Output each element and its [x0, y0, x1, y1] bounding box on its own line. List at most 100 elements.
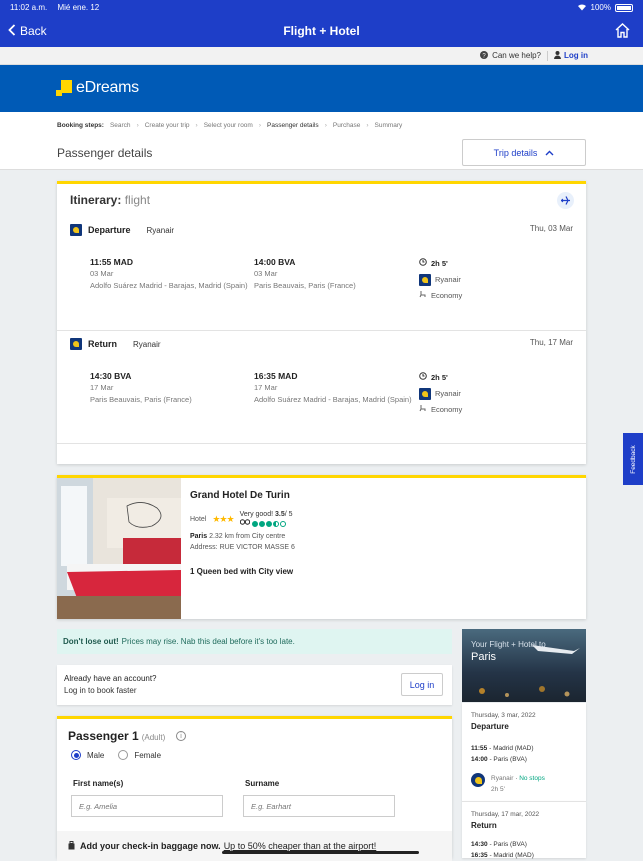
back-label: Back	[20, 24, 47, 38]
departure-date: Thursday, 3 mar, 2022	[471, 712, 536, 719]
hotel-name[interactable]: Grand Hotel De Turin	[190, 490, 290, 501]
login-button[interactable]: Log in	[401, 673, 443, 696]
page-title: Passenger details	[57, 146, 153, 160]
surname-input[interactable]	[243, 795, 395, 817]
info-icon[interactable]: i	[176, 731, 186, 741]
feedback-label: Feedback	[629, 444, 637, 474]
hero-subtitle: Your Flight + Hotel to	[471, 640, 546, 649]
destination-time: 14:00 BVA	[254, 257, 296, 267]
gender-female-radio[interactable]: Female	[118, 750, 161, 760]
radio-selected-icon	[71, 750, 81, 760]
leg-direction: Departure	[88, 225, 131, 235]
logo-text: eDreams	[76, 79, 139, 96]
departure-label: Departure	[471, 722, 509, 731]
destination-airport: Paris Beauvais, Paris (France)	[254, 281, 356, 290]
step-purchase: Purchase	[332, 122, 361, 129]
back-button[interactable]: Back	[8, 15, 47, 47]
destination-date: 17 Mar	[254, 383, 278, 392]
hotel-location: Paris 2.32 km from City centre	[190, 533, 285, 540]
status-date: Mié ene. 12	[57, 3, 100, 12]
leg-carrier: Ryanair	[146, 225, 175, 235]
origin-airport: Paris Beauvais, Paris (France)	[90, 395, 192, 404]
nav-title: Flight + Hotel	[283, 24, 360, 38]
cabin-class: Economy	[431, 405, 463, 414]
departure-origin: 11:55 MAD 03 Mar Adolfo Suárez Madrid - …	[90, 256, 250, 292]
seat-icon	[419, 402, 427, 418]
departure-destination: 14:00 BVA 03 Mar Paris Beauvais, Paris (…	[254, 256, 414, 292]
first-name-input[interactable]	[71, 795, 223, 817]
logo-mark-icon	[56, 80, 72, 96]
passenger-number: Passenger 1	[68, 729, 139, 743]
status-bar: 11:02 a.m. Mié ene. 12 100%	[0, 0, 643, 15]
hotel-city: Paris	[190, 533, 208, 540]
return-departure-place: - Paris (BVA)	[489, 841, 527, 848]
step-create-trip: Create your trip	[144, 122, 190, 129]
help-bar: ? Can we help? Log in	[0, 47, 643, 65]
itinerary-title: Itinerary: flight	[70, 193, 150, 207]
step-select-room: Select your room	[203, 122, 253, 129]
leg-direction: Return	[88, 339, 117, 349]
question-icon: ?	[480, 50, 489, 61]
summary-airline: Ryanair	[491, 775, 514, 782]
return-label: Return	[471, 821, 497, 830]
baggage-link[interactable]: Up to 50% cheaper than at the airport!	[224, 841, 377, 851]
deal-banner: Don't lose out! Prices may rise. Nab thi…	[57, 629, 452, 654]
chevron-left-icon	[8, 23, 16, 39]
airline-name: Ryanair	[435, 275, 461, 284]
hotel-distance: 2.32 km from City centre	[209, 533, 286, 540]
clock-icon	[419, 370, 427, 386]
ryanair-logo-icon	[70, 338, 82, 350]
hotel-room-image[interactable]	[57, 478, 181, 619]
hotel-rating-row: Hotel ★★★ Very good! 3.5/ 5	[190, 510, 293, 528]
navbar: Back Flight + Hotel	[0, 15, 643, 47]
feedback-tab[interactable]: Feedback	[623, 433, 643, 485]
rating-score: 3.5	[274, 511, 285, 518]
tripadvisor-icon	[239, 519, 250, 528]
trip-details-button[interactable]: Trip details	[462, 139, 586, 166]
radio-unselected-icon	[118, 750, 129, 760]
brand-bar: eDreams	[0, 65, 643, 112]
wifi-icon	[577, 3, 587, 13]
chevron-up-icon	[545, 148, 554, 158]
duration: 2h 5'	[431, 373, 448, 382]
first-name-label: First name(s)	[73, 779, 124, 788]
divider	[57, 330, 586, 331]
header-login-link[interactable]: Log in	[554, 50, 588, 61]
hero-city: Paris	[471, 651, 497, 663]
divider	[57, 443, 586, 444]
trip-summary-hero: Your Flight + Hotel to Paris	[462, 629, 586, 702]
origin-airport: Adolfo Suárez Madrid - Barajas, Madrid (…	[90, 281, 248, 290]
origin-date: 17 Mar	[90, 383, 114, 392]
ryanair-logo-icon	[419, 274, 431, 286]
return-departure-time: 14:30	[471, 841, 488, 848]
seat-icon	[419, 288, 427, 304]
gender-male-radio[interactable]: Male	[71, 750, 104, 760]
arrival-place: - Paris (BVA)	[489, 756, 527, 763]
home-indicator	[222, 851, 419, 854]
star-rating-icon: ★★★	[212, 513, 234, 524]
account-hint: Log in to book faster	[64, 686, 137, 695]
home-icon[interactable]	[614, 22, 631, 41]
battery-icon	[615, 3, 633, 12]
gender-male-label: Male	[87, 750, 105, 760]
deal-text: Prices may rise. Nab this deal before it…	[121, 637, 295, 646]
hotel-address: Address: RUE VICTOR MASSE 6	[190, 544, 295, 551]
return-origin: 14:30 BVA 17 Mar Paris Beauvais, Paris (…	[90, 370, 250, 406]
steps-header: Booking steps: Search › Create your trip ›…	[0, 112, 643, 170]
step-search: Search	[109, 122, 131, 129]
step-passenger-details: Passenger details	[267, 122, 319, 129]
tripadvisor-rating-icon	[251, 520, 286, 527]
hotel-card: Grand Hotel De Turin Hotel ★★★ Very good…	[57, 475, 586, 619]
departure-time: 11:55	[471, 745, 488, 752]
edreams-logo[interactable]: eDreams	[56, 79, 139, 97]
battery-percent: 100%	[590, 3, 611, 12]
summary-duration: 2h 5'	[491, 786, 505, 793]
surname-label: Surname	[245, 779, 280, 788]
help-label: Can we help?	[492, 51, 541, 60]
deal-bold: Don't lose out!	[63, 637, 119, 646]
gender-radio-group: Male Female	[71, 750, 161, 760]
help-link[interactable]: ? Can we help?	[480, 50, 548, 61]
gender-female-label: Female	[134, 750, 162, 760]
breadcrumb: Booking steps: Search › Create your trip ›…	[57, 122, 403, 129]
return-date: Thursday, 17 mar, 2022	[471, 811, 540, 818]
